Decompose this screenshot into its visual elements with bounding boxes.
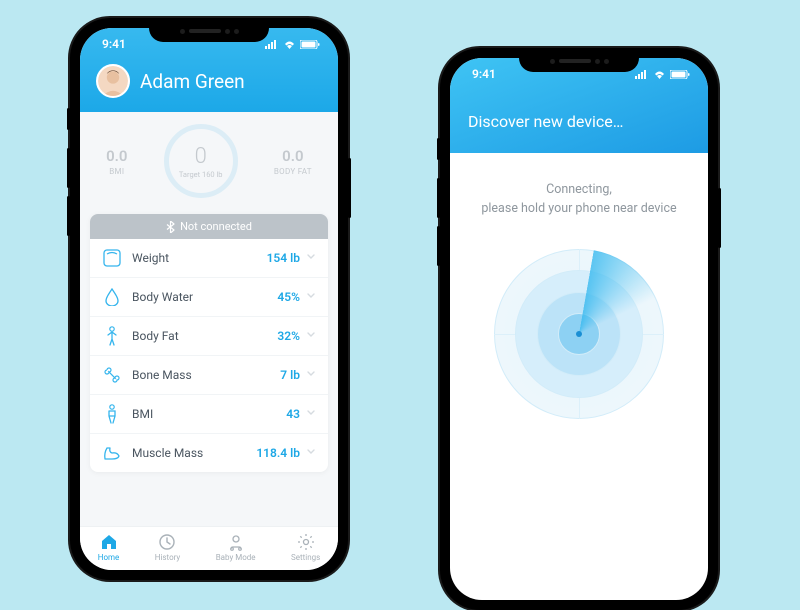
status-indicators [635,70,690,79]
summary-bmi-label: BMI [106,167,127,176]
phone-frame-right: 9:41 Discover new device… Connecting, pl… [440,48,718,610]
status-time: 9:41 [102,37,126,51]
wifi-icon [653,70,666,79]
chevron-down-icon [306,329,316,343]
avatar[interactable] [96,64,130,98]
signal-icon [265,40,279,49]
connection-status-text: Not connected [180,220,252,233]
user-name: Adam Green [140,70,245,93]
bone-icon [102,365,122,385]
chevron-down-icon [306,407,316,421]
summary-bodyfat-value: 0.0 [274,147,312,165]
settings-icon [297,533,315,551]
metrics-card: Not connected Weight154 lbBody Water45%B… [90,214,328,472]
wifi-icon [283,40,296,49]
bmi-icon [102,404,122,424]
water-icon [102,287,122,307]
metric-row-bone-mass[interactable]: Bone Mass7 lb [90,356,328,395]
battery-icon [300,40,320,49]
metric-name: Bone Mass [132,368,280,382]
metric-value: 7 lb [280,368,300,382]
bodyfat-icon [102,326,122,346]
metric-value: 43 [286,407,300,421]
tab-baby-mode[interactable]: Baby Mode [216,533,256,562]
metric-row-weight[interactable]: Weight154 lb [90,239,328,278]
summary-bmi[interactable]: 0.0 BMI [106,147,127,176]
phone-frame-left: 9:41 Adam Green 0.0 BMI 0 Target 160 lb [70,18,348,580]
metric-value: 32% [277,329,300,343]
chevron-down-icon [306,290,316,304]
status-indicators [265,40,320,49]
tab-label: Home [98,553,120,562]
metric-value: 118.4 lb [256,446,300,460]
metric-name: Body Fat [132,329,277,343]
connecting-line2: please hold your phone near device [450,200,708,219]
metric-value: 154 lb [267,251,300,265]
muscle-icon [102,443,122,463]
radar-center-dot [576,331,582,337]
summary-bodyfat[interactable]: 0.0 BODY FAT [274,147,312,176]
radar-scanner [494,249,664,419]
tab-label: Baby Mode [216,553,256,562]
chevron-down-icon [306,446,316,460]
summary-bodyfat-label: BODY FAT [274,167,312,176]
metric-name: Body Water [132,290,277,304]
tab-history[interactable]: History [155,533,180,562]
signal-icon [635,70,649,79]
metric-row-bmi[interactable]: BMI43 [90,395,328,434]
home-icon [100,533,118,551]
radar-sweep [579,250,677,348]
bluetooth-icon [166,221,175,233]
metric-row-body-water[interactable]: Body Water45% [90,278,328,317]
target-label: Target 160 lb [179,170,223,179]
summary-panel: 0.0 BMI 0 Target 160 lb 0.0 BODY FAT [80,112,338,214]
chevron-down-icon [306,368,316,382]
connection-status-bar[interactable]: Not connected [90,214,328,239]
metric-name: Weight [132,251,267,265]
discover-title: Discover new device… [468,112,690,131]
screen-home: 9:41 Adam Green 0.0 BMI 0 Target 160 lb [80,28,338,570]
connecting-line1: Connecting, [450,181,708,200]
screen-discover: 9:41 Discover new device… Connecting, pl… [450,58,708,600]
summary-bmi-value: 0.0 [106,147,127,165]
connecting-message: Connecting, please hold your phone near … [450,181,708,219]
baby-icon [227,533,245,551]
tab-settings[interactable]: Settings [291,533,320,562]
status-time: 9:41 [472,67,496,81]
target-weight-ring[interactable]: 0 Target 160 lb [164,124,238,198]
metric-name: Muscle Mass [132,446,256,460]
metric-value: 45% [277,290,300,304]
tab-home[interactable]: Home [98,533,120,562]
metric-row-body-fat[interactable]: Body Fat32% [90,317,328,356]
target-value: 0 [195,144,207,169]
scale-icon [102,248,122,268]
tab-bar: Home History Baby Mode Settings [80,526,338,570]
tab-label: Settings [291,553,320,562]
metric-name: BMI [132,407,286,421]
battery-icon [670,70,690,79]
chevron-down-icon [306,251,316,265]
history-icon [158,533,176,551]
metric-row-muscle-mass[interactable]: Muscle Mass118.4 lb [90,434,328,472]
tab-label: History [155,553,180,562]
